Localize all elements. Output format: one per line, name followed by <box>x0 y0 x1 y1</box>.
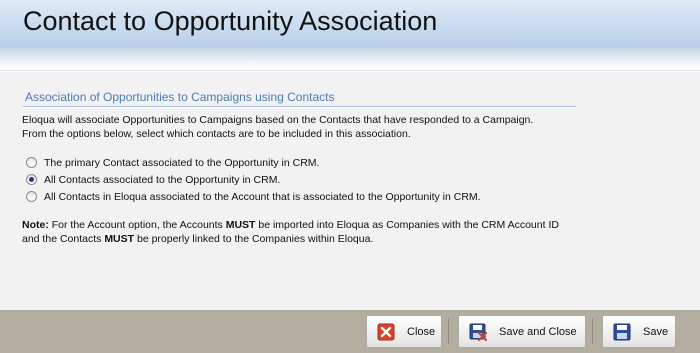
page-header: Contact to Opportunity Association <box>0 0 700 48</box>
description-line-2: From the options below, select which con… <box>22 128 411 140</box>
note-line-1: Note: For the Account option, the Accoun… <box>22 218 559 232</box>
note-prefix: Note: <box>22 219 49 231</box>
option-all-account-contacts[interactable]: All Contacts in Eloqua associated to the… <box>26 189 481 204</box>
close-button-label: Close <box>407 325 436 338</box>
note-emphasis: MUST <box>104 233 135 245</box>
option-label: All Contacts associated to the Opportuni… <box>44 173 281 186</box>
content-panel: Association of Opportunities to Campaign… <box>0 72 700 310</box>
note-line-2: and the Contacts MUST be properly linked… <box>22 232 559 246</box>
radio-primary-contact[interactable] <box>26 157 37 168</box>
footer-toolbar: Close Save and Close Save <box>0 310 700 353</box>
save-and-close-icon <box>469 323 488 341</box>
section-title: Association of Opportunities to Campaign… <box>25 90 335 104</box>
save-button-label: Save <box>643 325 669 338</box>
description-line-1: Eloqua will associate Opportunities to C… <box>22 114 534 126</box>
save-and-close-button[interactable]: Save and Close <box>458 315 586 348</box>
save-button[interactable]: Save <box>602 315 676 348</box>
note: Note: For the Account option, the Accoun… <box>22 218 559 246</box>
header-divider <box>0 70 700 71</box>
association-options: The primary Contact associated to the Op… <box>26 155 481 206</box>
note-emphasis: MUST <box>225 219 256 231</box>
note-text: be imported into Eloqua as Companies wit… <box>255 219 559 231</box>
close-button[interactable]: Close <box>366 315 442 348</box>
header-shadow <box>0 48 700 70</box>
option-all-opportunity-contacts[interactable]: All Contacts associated to the Opportuni… <box>26 172 481 187</box>
radio-all-account-contacts[interactable] <box>26 191 37 202</box>
option-primary-contact[interactable]: The primary Contact associated to the Op… <box>26 155 481 170</box>
section-description: Eloqua will associate Opportunities to C… <box>22 113 533 141</box>
note-text: be properly linked to the Companies with… <box>134 233 374 245</box>
note-text: and the Contacts <box>22 233 105 245</box>
page-title: Contact to Opportunity Association <box>23 6 438 36</box>
toolbar-separator <box>592 318 593 344</box>
save-and-close-button-label: Save and Close <box>499 325 577 338</box>
option-label: All Contacts in Eloqua associated to the… <box>44 190 481 203</box>
section-divider-highlight <box>22 107 576 108</box>
note-text: For the Account option, the Accounts <box>48 219 226 231</box>
close-icon <box>377 323 395 341</box>
floppy-disk-icon <box>613 323 631 341</box>
toolbar-separator <box>448 318 449 344</box>
radio-all-opportunity-contacts[interactable] <box>26 174 37 185</box>
option-label: The primary Contact associated to the Op… <box>44 156 320 169</box>
